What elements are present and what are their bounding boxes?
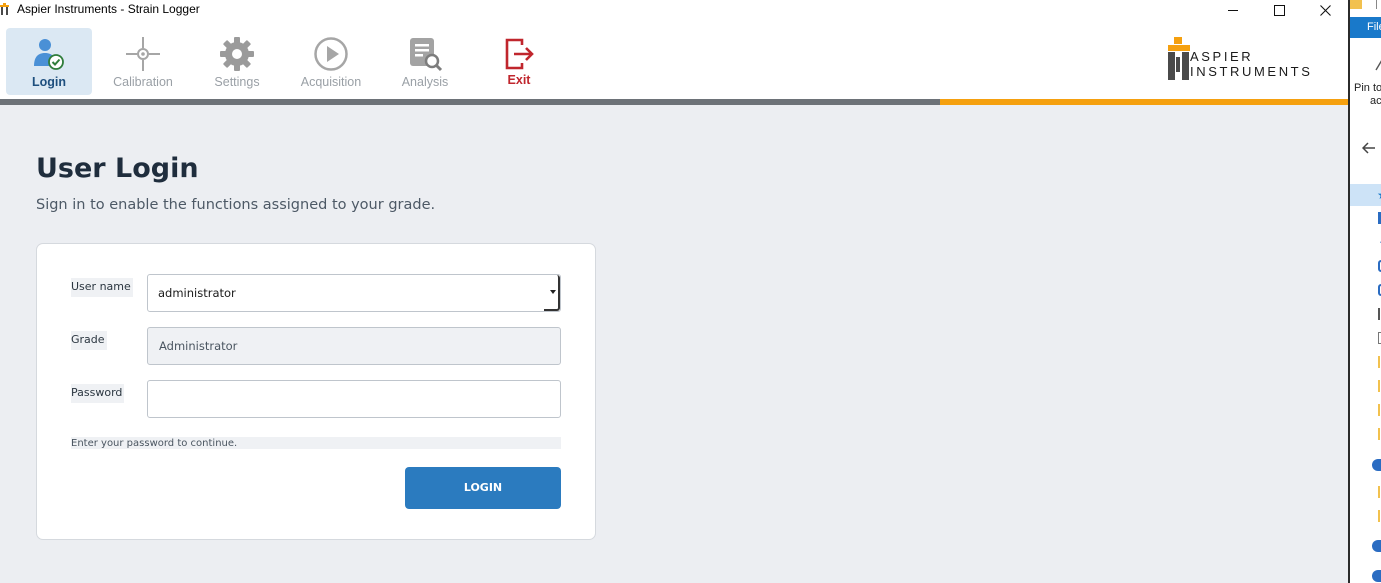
folder-icon [1378,404,1380,416]
minimize-icon [1228,10,1238,11]
password-hint: Enter your password to continue. [71,437,561,449]
grade-value: Administrator [159,339,238,353]
title-bar: Aspier Instruments - Strain Logger [0,0,1348,20]
onedrive-icon [1372,540,1381,552]
pin-text-line1: Pin to [1354,82,1381,94]
password-label: Password [71,384,125,403]
ribbon-file-label: File [1367,21,1381,33]
side-divider [1376,0,1377,9]
exit-arrow-icon [505,38,534,70]
username-dropdown[interactable]: administrator [147,274,561,312]
page-title: User Login [36,153,199,184]
user-check-icon [34,39,64,70]
logo-line2: INSTRUMENTS [1190,64,1313,79]
password-field[interactable] [147,380,561,418]
main-toolbar: Login Calibration Settings Acquisition A… [0,24,1348,99]
document-search-icon [410,38,443,72]
login-page: User Login Sign in to enable the functio… [0,105,1348,583]
toolbar-login-label: Login [31,75,66,89]
close-icon [1319,4,1331,16]
onedrive-icon [1372,570,1381,582]
toolbar-login-button[interactable]: Login [6,28,92,95]
username-label: User name [71,278,133,297]
folder-icon [1350,0,1362,9]
page-subtitle: Sign in to enable the functions assigned… [36,197,436,213]
document-icon [1378,308,1380,320]
pin-to-quick-access-label: Pin to ac [1354,82,1381,108]
background-explorer-window: File Pin to ac ★ ⌄ [1348,0,1381,583]
folder-icon [1378,510,1380,522]
pin-icon [1375,60,1381,71]
folder-icon [1378,380,1380,392]
chevron-down-icon [550,290,556,294]
login-button[interactable]: LOGIN [405,467,561,509]
toolbar-settings-button[interactable]: Settings [194,28,280,95]
ribbon-file-tab[interactable]: File [1350,17,1381,38]
crosshair-icon [126,37,160,71]
folder-icon [1378,428,1380,440]
toolbar-exit-button[interactable]: Exit [476,28,562,95]
window-title: Aspier Instruments - Strain Logger [17,2,200,16]
toolbar-analysis-button[interactable]: Analysis [382,28,468,95]
logo-line1: ASPIER [1190,49,1254,64]
toolbar-calibration-button[interactable]: Calibration [100,28,186,95]
minimize-button[interactable] [1210,0,1256,20]
app-logo-icon [0,3,9,15]
grade-field: Administrator [147,327,561,365]
login-card: User name administrator Grade Administra… [36,243,596,540]
back-arrow-icon[interactable] [1362,142,1376,154]
maximize-button[interactable] [1256,0,1302,20]
close-button[interactable] [1302,0,1348,20]
toolbar-analysis-label: Analysis [401,75,449,89]
onedrive-icon [1372,459,1381,471]
folder-icon [1378,356,1380,368]
grade-label: Grade [71,331,107,350]
strain-logger-window: Aspier Instruments - Strain Logger Login [0,0,1348,583]
toolbar-acquisition-label: Acquisition [300,75,362,89]
pin-text-line2: ac [1370,95,1381,107]
gear-icon [220,37,254,71]
star-icon: ★ [1377,188,1381,202]
aspier-logo: ASPIER INSTRUMENTS [1160,36,1325,83]
toolbar-exit-label: Exit [507,73,531,87]
folder-icon [1378,486,1380,498]
play-circle-icon [314,37,348,71]
toolbar-settings-label: Settings [214,75,260,89]
toolbar-calibration-label: Calibration [113,75,173,89]
username-value: administrator [158,286,236,300]
toolbar-acquisition-button[interactable]: Acquisition [288,28,374,95]
maximize-icon [1273,4,1285,16]
